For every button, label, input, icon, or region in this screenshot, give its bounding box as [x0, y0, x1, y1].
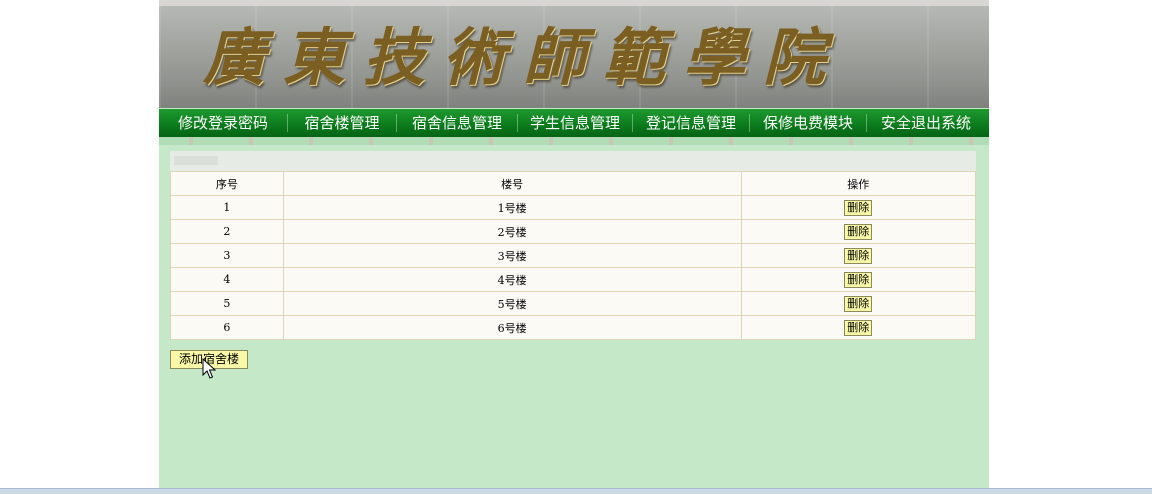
table-row: 6 6号楼 删除: [170, 315, 977, 340]
nav-shadow-pattern: [159, 137, 989, 145]
content-panel: 序号 楼号 操作 1 1号楼 删除 2 2号楼 删除 3 3号楼 删除 4 4号…: [170, 151, 977, 340]
delete-button[interactable]: 删除: [844, 199, 873, 216]
delete-button[interactable]: 删除: [844, 223, 873, 240]
cell-index: 2: [170, 219, 284, 244]
nav-item-repair-electricity-module[interactable]: 保修电费模块: [750, 109, 866, 137]
window-bottom-edge: [0, 488, 1152, 494]
building-table: 序号 楼号 操作 1 1号楼 删除 2 2号楼 删除 3 3号楼 删除 4 4号…: [170, 171, 977, 340]
nav-item-dorm-info-management[interactable]: 宿舍信息管理: [397, 109, 517, 137]
main-container: 廣東技術師範學院 修改登录密码 宿舍楼管理 宿舍信息管理 学生信息管理 登记信息…: [159, 0, 989, 494]
cell-index: 1: [170, 195, 284, 220]
cell-action: 删除: [740, 195, 977, 220]
header-index: 序号: [170, 171, 284, 196]
cell-index: 5: [170, 291, 284, 316]
delete-button[interactable]: 删除: [844, 319, 873, 336]
table-row: 2 2号楼 删除: [170, 219, 977, 244]
cell-index: 4: [170, 267, 284, 292]
cell-building: 1号楼: [282, 195, 742, 220]
page: 廣東技術師範學院 修改登录密码 宿舍楼管理 宿舍信息管理 学生信息管理 登记信息…: [0, 0, 1152, 494]
cell-action: 删除: [740, 219, 977, 244]
nav-item-student-info-management[interactable]: 学生信息管理: [518, 109, 632, 137]
header-action: 操作: [740, 171, 977, 196]
cell-action: 删除: [740, 243, 977, 268]
cell-building: 2号楼: [282, 219, 742, 244]
delete-button[interactable]: 删除: [844, 295, 873, 312]
cell-index: 6: [170, 315, 284, 340]
delete-button[interactable]: 删除: [844, 271, 873, 288]
table-caption-bar: [170, 151, 976, 171]
cell-building: 6号楼: [282, 315, 742, 340]
table-row: 5 5号楼 删除: [170, 291, 977, 316]
nav-item-change-password[interactable]: 修改登录密码: [159, 109, 287, 137]
table-row: 1 1号楼 删除: [170, 195, 977, 220]
nav-item-registration-info-management[interactable]: 登记信息管理: [633, 109, 749, 137]
delete-button[interactable]: 删除: [844, 247, 873, 264]
nav-item-building-management[interactable]: 宿舍楼管理: [288, 109, 396, 137]
table-row: 4 4号楼 删除: [170, 267, 977, 292]
cell-action: 删除: [740, 315, 977, 340]
cell-building: 5号楼: [282, 291, 742, 316]
cell-index: 3: [170, 243, 284, 268]
caption-placeholder: [174, 156, 218, 165]
cell-action: 删除: [740, 291, 977, 316]
header-building: 楼号: [282, 171, 742, 196]
nav-item-logout[interactable]: 安全退出系统: [867, 109, 985, 137]
banner-title: 廣東技術師範學院: [203, 21, 844, 94]
cell-action: 删除: [740, 267, 977, 292]
cell-building: 4号楼: [282, 267, 742, 292]
table-header-row: 序号 楼号 操作: [170, 171, 977, 196]
header-banner: 廣東技術師範學院: [159, 0, 989, 108]
mouse-pointer-icon: [202, 358, 216, 379]
table-row: 3 3号楼 删除: [170, 243, 977, 268]
cell-building: 3号楼: [282, 243, 742, 268]
top-navigation: 修改登录密码 宿舍楼管理 宿舍信息管理 学生信息管理 登记信息管理 保修电费模块…: [159, 109, 989, 137]
